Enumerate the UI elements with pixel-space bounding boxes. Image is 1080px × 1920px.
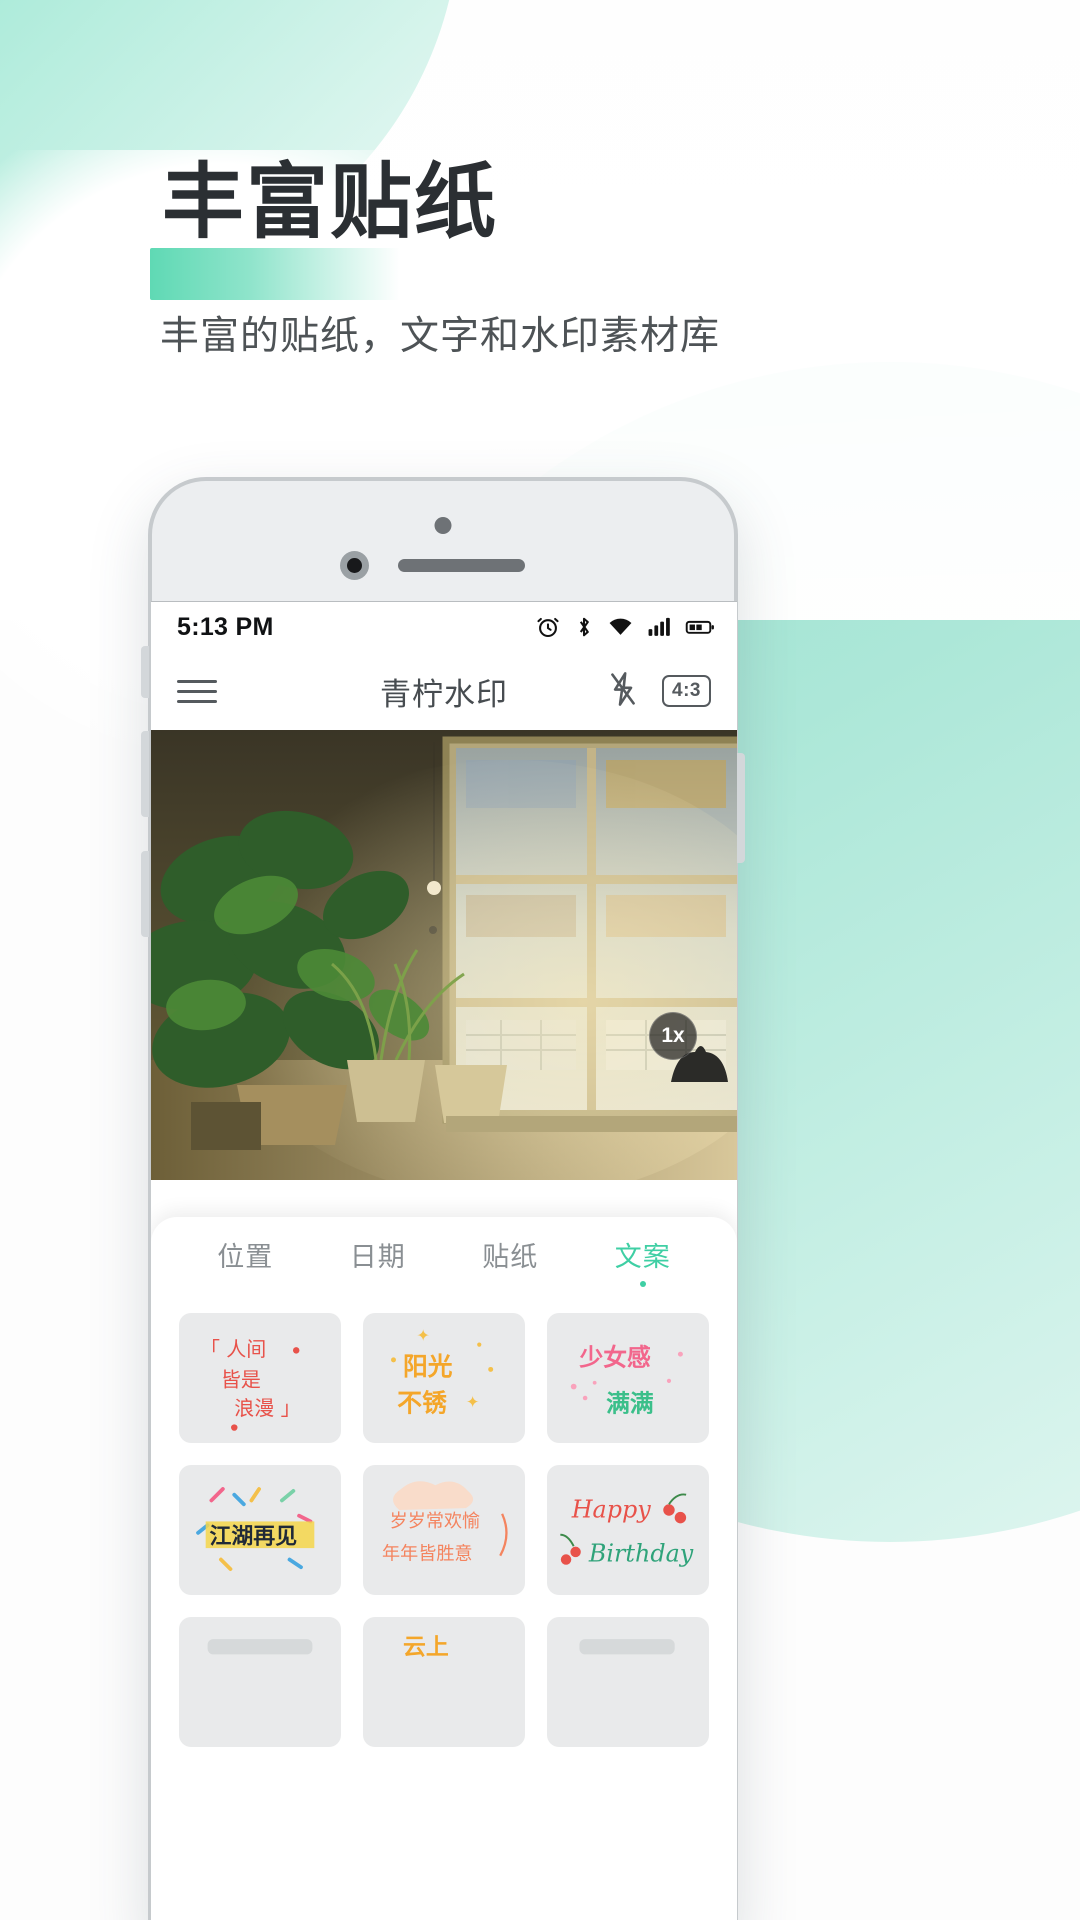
promo-headline: 丰富贴纸: [162, 155, 499, 250]
viewfinder-scene: [151, 730, 737, 1180]
svg-text:Birthday: Birthday: [588, 1539, 694, 1567]
sticker-art-renjian: 「 人间 皆是 浪漫 」: [200, 1337, 301, 1431]
camera-viewfinder[interactable]: 1x: [151, 730, 737, 1180]
sticker-art-row3-c: [579, 1639, 675, 1655]
sticker-item-suisui[interactable]: 岁岁常欢愉 年年皆胜意: [363, 1465, 525, 1595]
zoom-level-button[interactable]: 1x: [649, 1012, 697, 1060]
tab-location[interactable]: 位置: [179, 1235, 312, 1274]
sticker-item-shaonvgan[interactable]: 少女感 满满: [547, 1313, 709, 1443]
phone-button-volume-up: [141, 731, 149, 817]
promo-headline-wrap: 丰富贴纸: [150, 155, 499, 300]
promo-subtitle: 丰富的贴纸，文字和水印素材库: [160, 314, 721, 359]
svg-text:云上: 云上: [403, 1634, 449, 1660]
app-header-bar: 青柠水印 4:3: [151, 652, 737, 730]
sticker-item-row3-c[interactable]: [547, 1617, 709, 1747]
aspect-ratio-button[interactable]: 4:3: [662, 675, 711, 707]
proximity-sensor: [434, 517, 452, 534]
svg-text:岁岁常欢愉: 岁岁常欢愉: [390, 1511, 480, 1532]
sticker-tab-bar: 位置 日期 贴纸 文案: [179, 1217, 709, 1291]
phone-mockup: 5:13 PM 青柠水印 4:3 1x 位置 日期 贴纸 文案 「 人间 皆是 …: [141, 477, 745, 1920]
wifi-icon: [607, 614, 634, 640]
svg-text:年年皆胜意: 年年皆胜意: [382, 1544, 472, 1565]
headline-highlight-bar: [150, 248, 400, 300]
svg-text:皆是: 皆是: [221, 1368, 261, 1392]
status-time: 5:13 PM: [177, 612, 274, 641]
phone-button-mute: [141, 646, 149, 698]
svg-text:阳光: 阳光: [403, 1352, 453, 1381]
phone-screen: 5:13 PM 青柠水印 4:3 1x 位置 日期 贴纸 文案 「 人间 皆是 …: [151, 601, 737, 1920]
svg-text:「 人间: 「 人间: [200, 1337, 266, 1361]
svg-text:满满: 满满: [606, 1389, 654, 1417]
sticker-art-suisui: 岁岁常欢愉 年年皆胜意: [382, 1481, 508, 1565]
front-camera: [340, 551, 369, 580]
sticker-art-jianghu: 江湖再见: [196, 1487, 315, 1571]
sticker-item-renjian[interactable]: 「 人间 皆是 浪漫 」: [179, 1313, 341, 1443]
sticker-item-jianghu[interactable]: 江湖再见: [179, 1465, 341, 1595]
status-icon-group: [535, 614, 715, 640]
svg-text:不锈: 不锈: [397, 1388, 447, 1417]
tab-sticker[interactable]: 贴纸: [444, 1235, 577, 1274]
svg-text:江湖再见: 江湖再见: [209, 1524, 297, 1549]
tab-copywriting[interactable]: 文案: [577, 1235, 710, 1274]
sticker-item-yangguang[interactable]: ✦ 阳光 不锈 ✦: [363, 1313, 525, 1443]
svg-text:✦: ✦: [416, 1326, 430, 1345]
phone-button-power: [737, 753, 745, 863]
svg-text:Happy: Happy: [571, 1496, 651, 1524]
sticker-art-row3-b: 云上: [403, 1634, 449, 1660]
flash-off-icon[interactable]: [606, 670, 640, 713]
alarm-icon: [535, 614, 561, 640]
app-header-actions: 4:3: [606, 670, 711, 713]
sticker-art-shaonvgan: 少女感 满满: [570, 1344, 683, 1417]
phone-button-volume-down: [141, 851, 149, 937]
bluetooth-icon: [574, 614, 594, 640]
sticker-item-row3-a[interactable]: [179, 1617, 341, 1747]
svg-text:少女感: 少女感: [579, 1344, 651, 1372]
tab-date[interactable]: 日期: [312, 1235, 445, 1274]
sticker-panel: 位置 日期 贴纸 文案 「 人间 皆是 浪漫 」 ✦ 阳光 不锈 ✦ 少女感 满…: [151, 1217, 737, 1920]
sticker-item-happybirthday[interactable]: Happy Birthday: [547, 1465, 709, 1595]
signal-icon: [647, 614, 672, 640]
sticker-grid: 「 人间 皆是 浪漫 」 ✦ 阳光 不锈 ✦ 少女感 满满 江湖再见 岁岁常欢愉…: [179, 1313, 709, 1747]
svg-text:浪漫 」: 浪漫 」: [234, 1396, 300, 1420]
sticker-art-row3-a: [207, 1639, 313, 1655]
sticker-art-yangguang: ✦ 阳光 不锈 ✦: [391, 1326, 494, 1417]
svg-text:✦: ✦: [466, 1393, 480, 1412]
sticker-item-row3-b[interactable]: 云上: [363, 1617, 525, 1747]
status-bar: 5:13 PM: [151, 602, 737, 652]
sticker-art-happybirthday: Happy Birthday: [560, 1493, 694, 1567]
earpiece-speaker: [398, 559, 525, 572]
battery-icon: [685, 614, 715, 640]
hamburger-icon[interactable]: [177, 679, 217, 703]
